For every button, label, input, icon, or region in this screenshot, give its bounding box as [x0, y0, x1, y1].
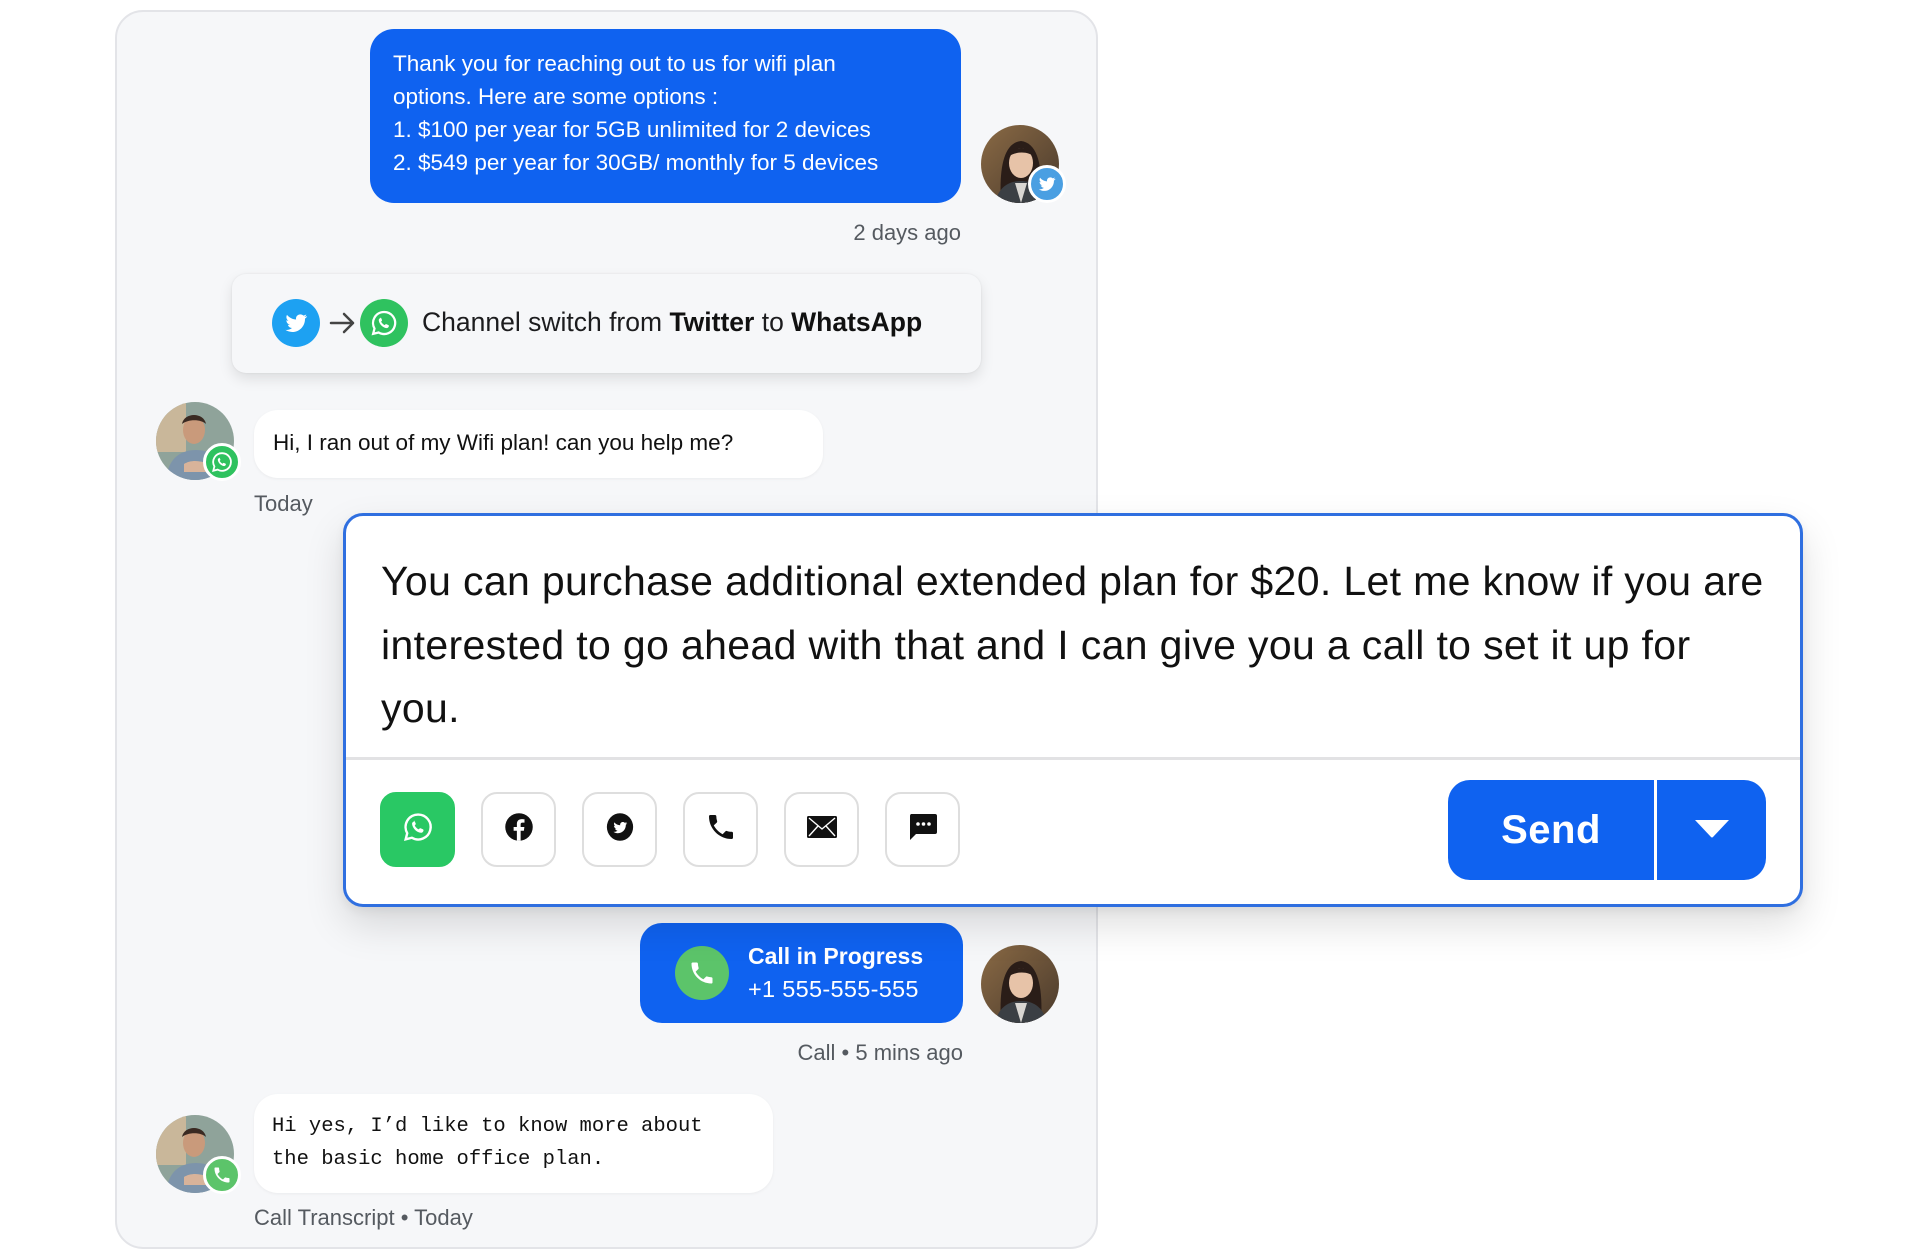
channel-email-button[interactable]	[784, 792, 859, 867]
agent-avatar-call	[981, 945, 1059, 1023]
whatsapp-icon	[401, 810, 435, 849]
phone-icon	[705, 811, 737, 848]
twitter-badge-icon	[1028, 165, 1066, 203]
twitter-icon	[605, 812, 635, 847]
transcript-text: Hi yes, I’d like to know more about the …	[272, 1110, 703, 1176]
mail-icon	[806, 815, 838, 844]
call-phone-number: +1 555-555-555	[748, 976, 919, 1002]
phone-badge-icon	[203, 1156, 241, 1194]
agent-message-line: 1. $100 per year for 5GB unlimited for 2…	[393, 117, 871, 142]
customer-message-text: Hi, I ran out of my Wifi plan! can you h…	[273, 430, 734, 455]
agent-message-line: 2. $549 per year for 30GB/ monthly for 5…	[393, 150, 879, 175]
send-button[interactable]: Send	[1448, 780, 1654, 880]
channel-switch-to: WhatsApp	[791, 307, 923, 337]
channel-sms-button[interactable]	[885, 792, 960, 867]
call-in-progress-card[interactable]: Call in Progress +1 555-555-555	[640, 923, 963, 1023]
transcript-line: the basic home office plan.	[272, 1148, 605, 1171]
agent-message-bubble: Thank you for reaching out to us for wif…	[370, 29, 961, 203]
channel-whatsapp-button[interactable]	[380, 792, 455, 867]
whatsapp-badge-icon	[203, 443, 241, 481]
channel-switch-prefix: Channel switch from	[422, 307, 670, 337]
composer-divider	[346, 757, 1800, 760]
customer-message-bubble: Hi, I ran out of my Wifi plan! can you h…	[254, 410, 823, 478]
agent-avatar	[981, 125, 1066, 203]
channel-switch-from: Twitter	[669, 307, 755, 337]
send-button-group: Send	[1448, 780, 1766, 880]
reply-composer: You can purchase additional extended pla…	[343, 513, 1803, 907]
channel-facebook-button[interactable]	[481, 792, 556, 867]
channel-switch-middle: to	[754, 307, 792, 337]
arrow-right-icon	[329, 310, 357, 341]
facebook-icon	[504, 812, 534, 847]
customer-message-timestamp: Today	[254, 491, 313, 516]
channel-phone-button[interactable]	[683, 792, 758, 867]
agent-message-line: Thank you for reaching out to us for wif…	[393, 51, 836, 76]
call-meta: Call • 5 mins ago	[797, 1040, 963, 1065]
caret-down-icon	[1693, 817, 1731, 844]
customer-avatar	[156, 1115, 241, 1194]
customer-avatar	[156, 402, 241, 481]
phone-icon	[675, 946, 729, 1000]
agent-message-line: options. Here are some options :	[393, 84, 719, 109]
transcript-meta: Call Transcript • Today	[254, 1205, 473, 1230]
transcript-line: Hi yes, I’d like to know more about	[272, 1115, 703, 1138]
twitter-icon	[272, 299, 320, 347]
agent-message-text: Thank you for reaching out to us for wif…	[393, 47, 878, 179]
chat-icon	[908, 813, 938, 846]
whatsapp-icon	[360, 299, 408, 347]
transcript-message-bubble: Hi yes, I’d like to know more about the …	[254, 1094, 773, 1193]
channel-twitter-button[interactable]	[582, 792, 657, 867]
agent-avatar-photo	[981, 945, 1059, 1023]
call-status: Call in Progress	[748, 943, 924, 969]
agent-message-timestamp: 2 days ago	[853, 220, 961, 245]
send-options-button[interactable]	[1657, 780, 1766, 880]
reply-message-input[interactable]: You can purchase additional extended pla…	[381, 550, 1781, 741]
channel-switch-notice: Channel switch from Twitter to WhatsApp	[232, 274, 981, 373]
channel-switch-text: Channel switch from Twitter to WhatsApp	[422, 307, 922, 338]
